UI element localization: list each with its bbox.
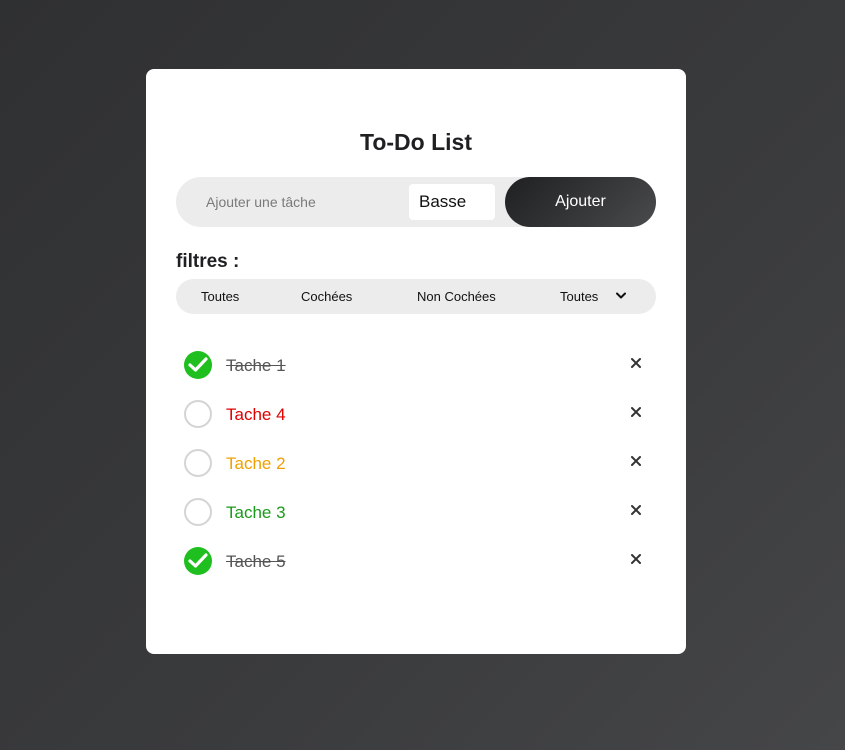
task-label: Tache 5 <box>226 552 286 571</box>
task-checkbox[interactable] <box>184 498 212 526</box>
close-icon[interactable] <box>628 551 644 567</box>
add-button[interactable]: Ajouter <box>505 177 656 227</box>
task-item: Tache 5 <box>182 545 652 594</box>
task-label: Tache 3 <box>226 503 286 522</box>
filters-label: filtres : <box>176 251 240 272</box>
task-checkbox[interactable] <box>184 400 212 428</box>
check-icon <box>188 357 208 372</box>
task-input[interactable] <box>196 177 406 227</box>
add-task-form: Basse Ajouter <box>176 177 656 227</box>
task-item: Tache 3 <box>182 496 652 545</box>
filter-checked-button[interactable]: Cochées <box>301 279 352 314</box>
close-icon[interactable] <box>628 355 644 371</box>
page-title: To-Do List <box>360 129 472 155</box>
task-checkbox[interactable] <box>184 351 212 379</box>
priority-select[interactable]: Basse <box>409 184 495 220</box>
close-icon[interactable] <box>628 453 644 469</box>
filter-all-button[interactable]: Toutes <box>201 279 239 314</box>
close-icon[interactable] <box>628 404 644 420</box>
check-icon <box>188 553 208 568</box>
priority-select-value: Basse <box>419 192 467 211</box>
task-label: Tache 1 <box>226 356 286 375</box>
task-item: Tache 2 <box>182 447 652 496</box>
priority-filter-select[interactable]: Toutes <box>560 279 626 314</box>
task-label: Tache 4 <box>226 405 286 424</box>
filter-unchecked-button[interactable]: Non Cochées <box>417 279 496 314</box>
filters-bar: Toutes Cochées Non Cochées Toutes <box>176 279 656 314</box>
task-item: Tache 1 <box>182 349 652 398</box>
priority-filter-value: Toutes <box>560 289 599 304</box>
close-icon[interactable] <box>628 502 644 518</box>
chevron-down-icon <box>616 292 626 299</box>
task-list: Tache 1 Tache 4 Tache 2 Tache 3 Tache 5 <box>182 349 652 594</box>
task-checkbox[interactable] <box>184 449 212 477</box>
task-item: Tache 4 <box>182 398 652 447</box>
task-checkbox[interactable] <box>184 547 212 575</box>
todo-card: To-Do List Basse Ajouter filtres : Toute… <box>146 69 686 654</box>
task-label: Tache 2 <box>226 454 286 473</box>
